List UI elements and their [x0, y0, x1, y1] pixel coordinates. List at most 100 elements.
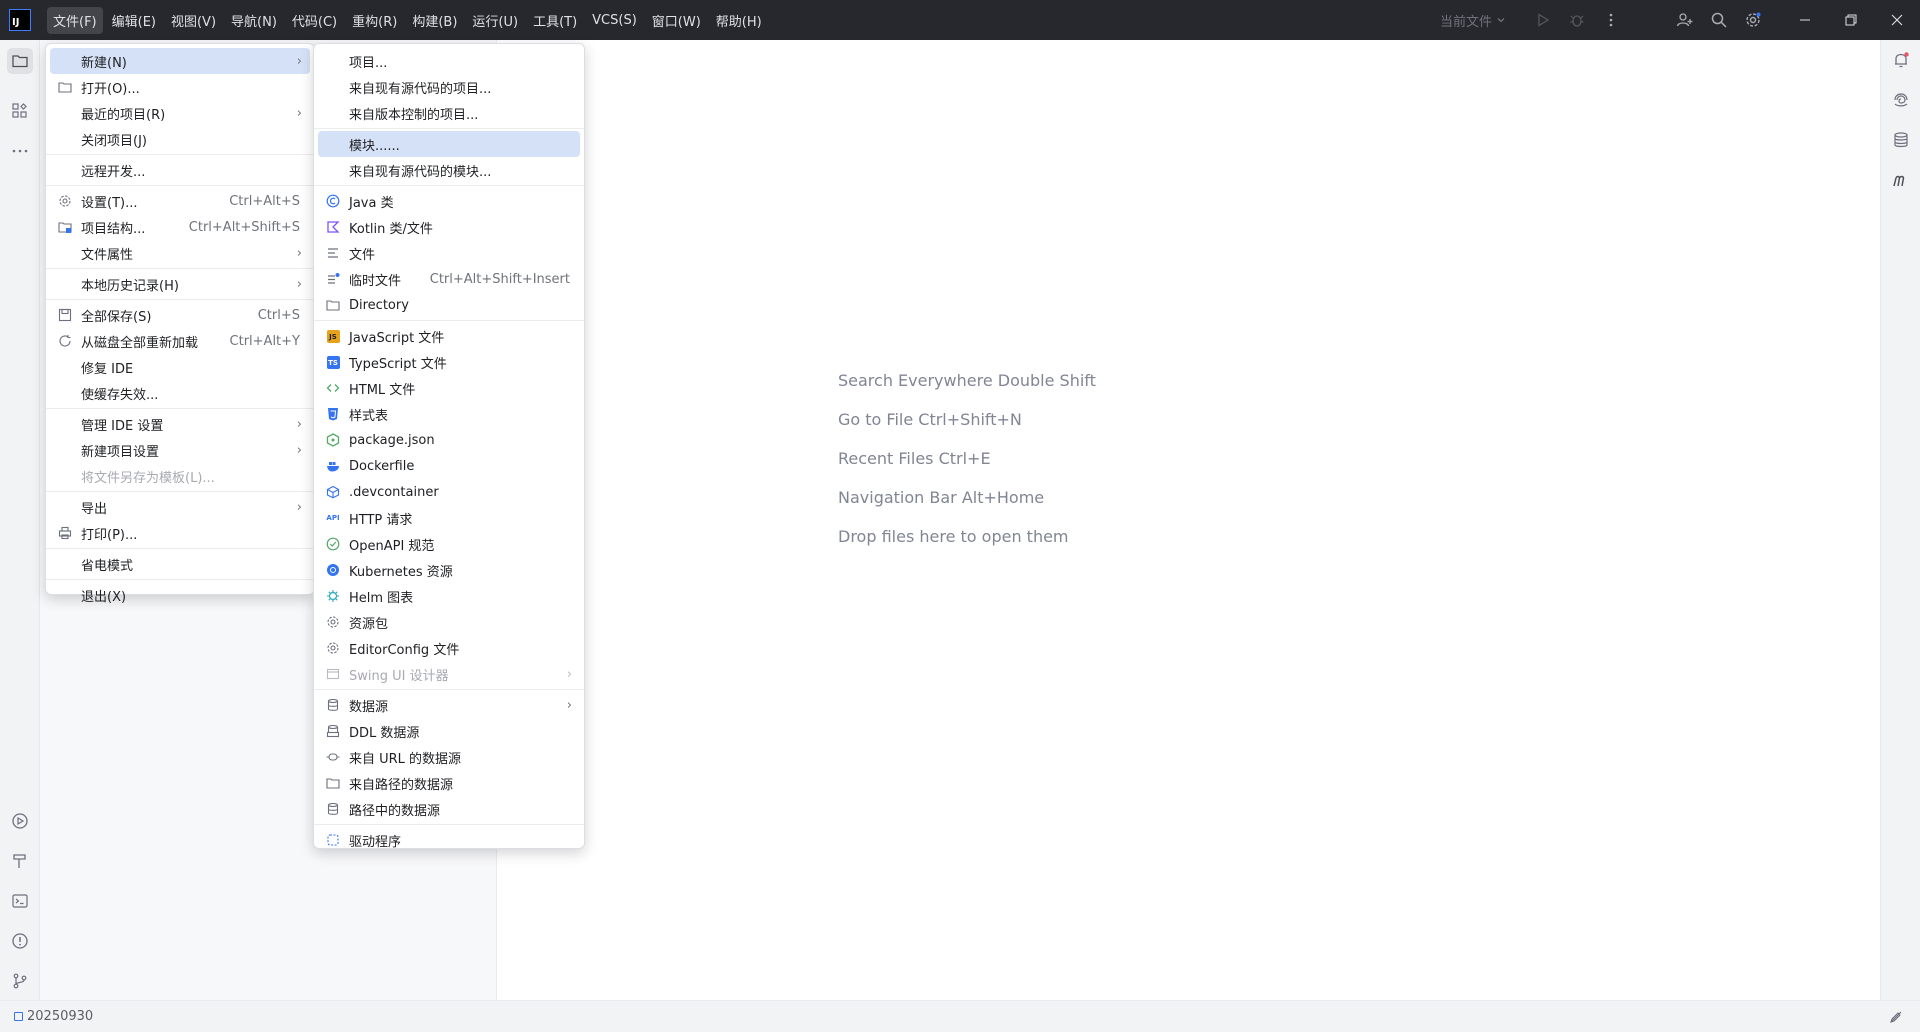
typescript-icon: TS	[325, 354, 341, 370]
file-menu-project-structure[interactable]: 项目结构... Ctrl+Alt+Shift+S	[50, 214, 310, 240]
run-icon[interactable]	[1526, 0, 1560, 40]
new-openapi-spec[interactable]: OpenAPI 规范	[318, 531, 580, 557]
new-editorconfig-file[interactable]: EditorConfig 文件	[318, 635, 580, 661]
menu-separator	[46, 299, 314, 300]
services-icon[interactable]	[7, 808, 33, 834]
new-typescript-file[interactable]: TS TypeScript 文件	[318, 349, 580, 375]
menu-edit[interactable]: 编辑(E)	[106, 7, 162, 34]
minimize-icon[interactable]	[1782, 0, 1828, 40]
file-menu-recent-projects[interactable]: 最近的项目(R) ›	[50, 100, 310, 126]
menu-navigate[interactable]: 导航(N)	[225, 7, 283, 34]
file-menu-file-properties[interactable]: 文件属性 ›	[50, 240, 310, 266]
file-menu-print[interactable]: 打印(P)...	[50, 520, 310, 546]
file-menu-invalidate-caches[interactable]: 使缓存失效...	[50, 380, 310, 406]
editor-area[interactable]	[497, 40, 1880, 1000]
notifications-icon[interactable]	[1888, 47, 1914, 73]
new-helm-chart[interactable]: Helm 图表	[318, 583, 580, 609]
settings-icon[interactable]	[1736, 0, 1770, 40]
menu-build[interactable]: 构建(B)	[406, 7, 463, 34]
problems-icon[interactable]	[7, 928, 33, 954]
project-folder-icon[interactable]	[7, 48, 33, 74]
close-icon[interactable]	[1874, 0, 1920, 40]
menu-separator	[314, 185, 584, 186]
structure-icon[interactable]	[7, 98, 33, 124]
menu-help[interactable]: 帮助(H)	[710, 7, 768, 34]
file-menu-open[interactable]: 打开(O)...	[50, 74, 310, 100]
restore-icon[interactable]	[1828, 0, 1874, 40]
read-only-toggle-icon[interactable]	[1888, 1009, 1904, 1029]
new-directory[interactable]: Directory	[318, 292, 580, 318]
new-data-source-from-path[interactable]: 来自路径的数据源	[318, 770, 580, 796]
app-logo[interactable]: IJ	[9, 9, 31, 31]
more-horizontal-icon[interactable]	[7, 138, 33, 164]
file-menu-local-history[interactable]: 本地历史记录(H) ›	[50, 271, 310, 297]
new-resource-bundle[interactable]: 资源包	[318, 609, 580, 635]
new-scratch-file[interactable]: 临时文件 Ctrl+Alt+Shift+Insert	[318, 266, 580, 292]
file-menu-export[interactable]: 导出 ›	[50, 494, 310, 520]
new-file[interactable]: 文件	[318, 240, 580, 266]
menu-vcs[interactable]: VCS(S)	[586, 9, 643, 32]
new-project[interactable]: 项目...	[318, 48, 580, 74]
menu-refactor[interactable]: 重构(R)	[346, 7, 403, 34]
folder-icon	[57, 79, 73, 95]
file-menu-settings[interactable]: 设置(T)... Ctrl+Alt+S	[50, 188, 310, 214]
menu-file[interactable]: 文件(F)	[47, 6, 103, 34]
build-icon[interactable]	[7, 848, 33, 874]
menu-tools[interactable]: 工具(T)	[527, 7, 583, 34]
file-menu-close-project[interactable]: 关闭项目(J)	[50, 126, 310, 152]
file-menu-remote-dev[interactable]: 远程开发...	[50, 157, 310, 183]
new-package-json[interactable]: package.json	[318, 427, 580, 453]
database-icon[interactable]	[1888, 127, 1914, 153]
new-devcontainer[interactable]: .devcontainer	[318, 479, 580, 505]
menu-run[interactable]: 运行(U)	[466, 7, 524, 34]
folder-icon	[325, 775, 341, 791]
file-menu-save-all[interactable]: 全部保存(S) Ctrl+S	[50, 302, 310, 328]
refresh-icon	[57, 333, 73, 349]
file-menu-exit[interactable]: 退出(X)	[50, 582, 310, 608]
add-user-icon[interactable]	[1668, 0, 1702, 40]
maven-icon[interactable]	[1888, 167, 1914, 193]
new-kotlin-file[interactable]: Kotlin 类/文件	[318, 214, 580, 240]
new-project-from-vcs[interactable]: 来自版本控制的项目...	[318, 100, 580, 126]
resource-bundle-icon	[325, 614, 341, 630]
new-http-request[interactable]: API HTTP 请求	[318, 505, 580, 531]
new-html-file[interactable]: HTML 文件	[318, 375, 580, 401]
menu-window[interactable]: 窗口(W)	[646, 7, 707, 34]
new-submenu: 项目... 来自现有源代码的项目... 来自版本控制的项目... 模块.....…	[313, 43, 585, 850]
chevron-right-icon: ›	[296, 499, 302, 515]
status-project-name[interactable]: 20250930	[27, 1009, 93, 1024]
new-javascript-file[interactable]: JS JavaScript 文件	[318, 323, 580, 349]
file-menu-new-project-settings[interactable]: 新建项目设置 ›	[50, 437, 310, 463]
new-module-from-sources[interactable]: 来自现有源代码的模块...	[318, 157, 580, 183]
file-menu-manage-ide-settings[interactable]: 管理 IDE 设置 ›	[50, 411, 310, 437]
docker-icon	[325, 458, 341, 474]
search-icon[interactable]	[1702, 0, 1736, 40]
new-data-source-in-path[interactable]: 路径中的数据源	[318, 796, 580, 822]
new-dockerfile[interactable]: Dockerfile	[318, 453, 580, 479]
kotlin-icon	[325, 219, 341, 235]
more-vertical-icon[interactable]	[1594, 0, 1628, 40]
menu-view[interactable]: 视图(V)	[165, 7, 222, 34]
file-menu-repair-ide[interactable]: 修复 IDE	[50, 354, 310, 380]
file-menu-power-save[interactable]: 省电模式	[50, 551, 310, 577]
menu-separator	[46, 408, 314, 409]
java-class-icon	[325, 193, 341, 209]
debug-icon[interactable]	[1560, 0, 1594, 40]
ai-assistant-icon[interactable]	[1888, 87, 1914, 113]
git-branch-icon[interactable]	[7, 968, 33, 994]
new-project-from-sources[interactable]: 来自现有源代码的项目...	[318, 74, 580, 100]
menu-code[interactable]: 代码(C)	[286, 7, 343, 34]
run-config-selector[interactable]: 当前文件	[1440, 11, 1506, 30]
ddl-icon	[325, 723, 341, 739]
new-java-class[interactable]: Java 类	[318, 188, 580, 214]
file-menu-new[interactable]: 新建(N) ›	[50, 48, 310, 74]
new-data-source-from-url[interactable]: 来自 URL 的数据源	[318, 744, 580, 770]
new-driver[interactable]: 驱动程序	[318, 827, 580, 853]
terminal-icon[interactable]	[7, 888, 33, 914]
new-stylesheet[interactable]: 样式表	[318, 401, 580, 427]
new-kubernetes-resource[interactable]: Kubernetes 资源	[318, 557, 580, 583]
new-module[interactable]: 模块......	[318, 131, 580, 157]
file-menu-reload-all[interactable]: 从磁盘全部重新加载 Ctrl+Alt+Y	[50, 328, 310, 354]
new-data-source[interactable]: 数据源 ›	[318, 692, 580, 718]
new-ddl-data-source[interactable]: DDL 数据源	[318, 718, 580, 744]
